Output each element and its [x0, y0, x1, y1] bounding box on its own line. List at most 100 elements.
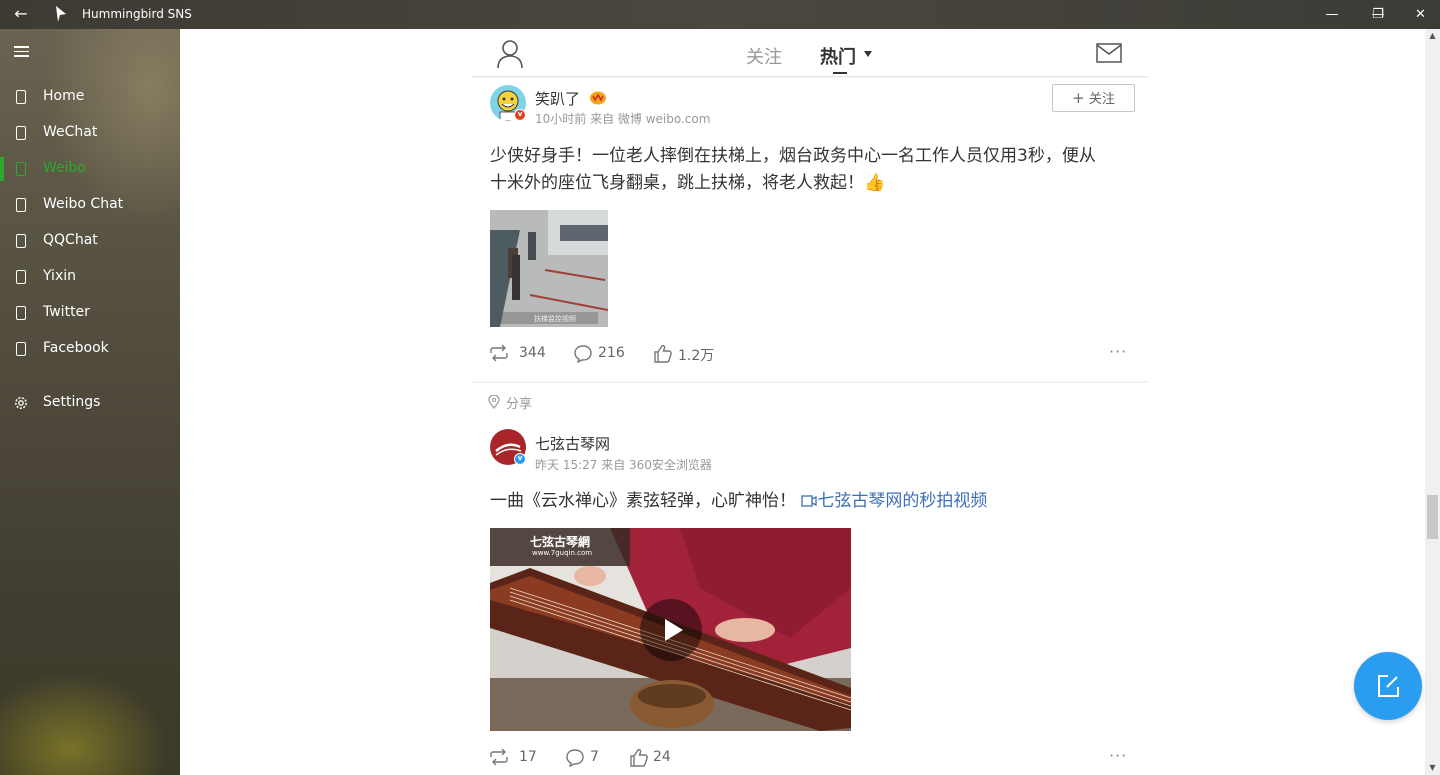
scrollbar[interactable]: ▲ ▼ — [1425, 29, 1440, 775]
comment-count: 7 — [590, 749, 599, 765]
scroll-down-arrow-icon[interactable]: ▼ — [1428, 763, 1437, 772]
repost-count: 344 — [519, 345, 546, 361]
sidebar-item-twitter[interactable]: Twitter — [0, 295, 180, 331]
compose-edit-icon — [1378, 675, 1399, 697]
profile-icon[interactable] — [496, 39, 524, 69]
sidebar-item-label: QQChat — [43, 232, 98, 248]
tab-underline — [833, 72, 847, 74]
back-button[interactable]: ← — [10, 3, 32, 25]
like-count: 24 — [653, 749, 671, 765]
comment-icon — [574, 345, 592, 363]
follow-label: 关注 — [1088, 92, 1115, 107]
post-text-line: 十米外的座位飞身翻桌，跳上扶梯，将老人救起！👍 — [490, 173, 886, 193]
sidebar-item-weibo-chat[interactable]: Weibo Chat — [0, 187, 180, 223]
repost-button[interactable]: 344 — [488, 344, 548, 364]
video-watermark-logo: 七弦古琴網 — [530, 535, 591, 549]
more-options-button[interactable]: ··· — [1109, 342, 1127, 361]
video-icon — [801, 495, 818, 507]
video-thumbnail[interactable]: 七弦古琴網 www.7guqin.com — [490, 528, 851, 731]
sidebar-item-qqchat[interactable]: QQChat — [0, 223, 180, 259]
scroll-up-arrow-icon[interactable]: ▲ — [1428, 31, 1437, 40]
close-button[interactable]: ✕ — [1401, 0, 1440, 29]
post-text-line: 少侠好身手！一位老人摔倒在扶梯上，烟台政务中心一名工作人员仅用3秒，便从 — [490, 146, 1096, 166]
page-icon — [16, 198, 26, 212]
page-icon — [16, 234, 26, 248]
escalator-scene-image — [490, 210, 608, 327]
sidebar-item-yixin[interactable]: Yixin — [0, 259, 180, 295]
sidebar-item-label: Twitter — [43, 304, 90, 320]
comment-count: 216 — [598, 345, 625, 361]
repost-icon — [490, 748, 508, 766]
feed-header: 关注 热门 — [472, 29, 1148, 77]
sidebar-item-settings[interactable]: Settings — [0, 385, 180, 421]
sidebar-item-label: Settings — [43, 394, 101, 410]
active-indicator — [0, 157, 4, 181]
minimize-window-button[interactable]: — — [1309, 0, 1355, 29]
like-button[interactable]: 1.2万 — [653, 344, 723, 364]
page-icon — [16, 90, 26, 104]
image-caption: 扶梯监控视频 — [534, 315, 576, 323]
location-pin-icon — [488, 395, 500, 409]
tab-follow[interactable]: 关注 — [746, 43, 782, 69]
sidebar-item-label: Weibo — [43, 160, 86, 176]
gear-icon — [15, 397, 27, 409]
post-image[interactable]: 扶梯监控视频 — [490, 210, 608, 327]
thumbs-up-icon — [630, 748, 648, 767]
page-icon — [16, 270, 26, 284]
sidebar-item-home[interactable]: Home — [0, 79, 180, 115]
sidebar-item-weibo[interactable]: Weibo — [0, 151, 180, 187]
like-count: 1.2万 — [678, 348, 715, 364]
vip-crown-icon — [590, 91, 606, 105]
repost-icon — [490, 344, 508, 362]
author-name[interactable]: 笑趴了 — [535, 88, 580, 109]
thumbs-up-icon — [654, 344, 672, 363]
title-bar: ← Hummingbird SNS — ✕ — [0, 0, 1440, 29]
post-text: 少侠好身手！一位老人摔倒在扶梯上，烟台政务中心一名工作人员仅用3秒，便从 十米外… — [490, 143, 1140, 197]
post-text-line: 一曲《云水禅心》素弦轻弹，心旷神怡！ — [490, 491, 796, 511]
sidebar-item-label: Yixin — [43, 268, 76, 284]
sidebar-item-label: WeChat — [43, 124, 98, 140]
follow-button[interactable]: + 关注 — [1052, 84, 1135, 112]
sidebar: Home WeChat Weibo Weibo Chat QQChat Yixi… — [0, 29, 180, 775]
verified-badge-icon: v — [514, 453, 526, 465]
hummingbird-logo-icon — [56, 6, 66, 22]
play-button[interactable] — [640, 599, 702, 661]
repost-button[interactable]: 17 — [488, 748, 548, 768]
like-button[interactable]: 24 — [629, 748, 689, 768]
sidebar-item-facebook[interactable]: Facebook — [0, 331, 180, 367]
page-icon — [16, 306, 26, 320]
comment-icon — [566, 749, 584, 767]
page-icon — [16, 126, 26, 140]
share-label: 分享 — [506, 397, 533, 412]
comment-button[interactable]: 7 — [565, 748, 615, 768]
main-content: 关注 热门 v 笑趴了 10小时前 来自 微博 weibo.com + 关注 少… — [180, 29, 1440, 775]
chevron-down-icon[interactable] — [864, 51, 872, 57]
plus-icon: + — [1072, 89, 1085, 107]
hamburger-menu-icon[interactable] — [14, 46, 29, 57]
mail-icon[interactable] — [1096, 43, 1122, 63]
video-link[interactable]: 七弦古琴网的秒拍视频 — [801, 491, 987, 511]
scrollbar-thumb[interactable] — [1427, 495, 1438, 539]
author-name[interactable]: 七弦古琴网 — [535, 433, 610, 454]
sidebar-item-label: Weibo Chat — [43, 196, 124, 212]
play-icon — [665, 619, 683, 641]
compose-button[interactable] — [1354, 652, 1422, 720]
post-meta: 昨天 15:27 来自 360安全浏览器 — [535, 458, 712, 472]
page-icon — [16, 162, 26, 176]
post-action-bar: 17 7 24 ··· — [472, 739, 1148, 775]
sidebar-item-wechat[interactable]: WeChat — [0, 115, 180, 151]
window-title: Hummingbird SNS — [82, 7, 192, 21]
video-watermark-url: www.7guqin.com — [532, 549, 593, 557]
weibo-feed[interactable]: 关注 热门 v 笑趴了 10小时前 来自 微博 weibo.com + 关注 少… — [472, 29, 1148, 775]
more-options-button[interactable]: ··· — [1109, 746, 1127, 765]
post-meta: 10小时前 来自 微博 weibo.com — [535, 112, 711, 126]
post-card[interactable]: v 笑趴了 10小时前 来自 微博 weibo.com + 关注 少侠好身手！一… — [472, 78, 1148, 381]
post-text: 一曲《云水禅心》素弦轻弹，心旷神怡！ 七弦古琴网的秒拍视频 — [490, 488, 1140, 515]
tab-hot[interactable]: 热门 — [820, 43, 856, 69]
restore-window-button[interactable]: ❐ — [1355, 0, 1401, 29]
sidebar-item-label: Facebook — [43, 340, 109, 356]
page-icon — [16, 342, 26, 356]
post-card[interactable]: 分享 v 七弦古琴网 昨天 15:27 来自 360安全浏览器 一曲《云水禅心》… — [472, 383, 1148, 775]
repost-count: 17 — [519, 749, 537, 765]
comment-button[interactable]: 216 — [573, 344, 633, 364]
